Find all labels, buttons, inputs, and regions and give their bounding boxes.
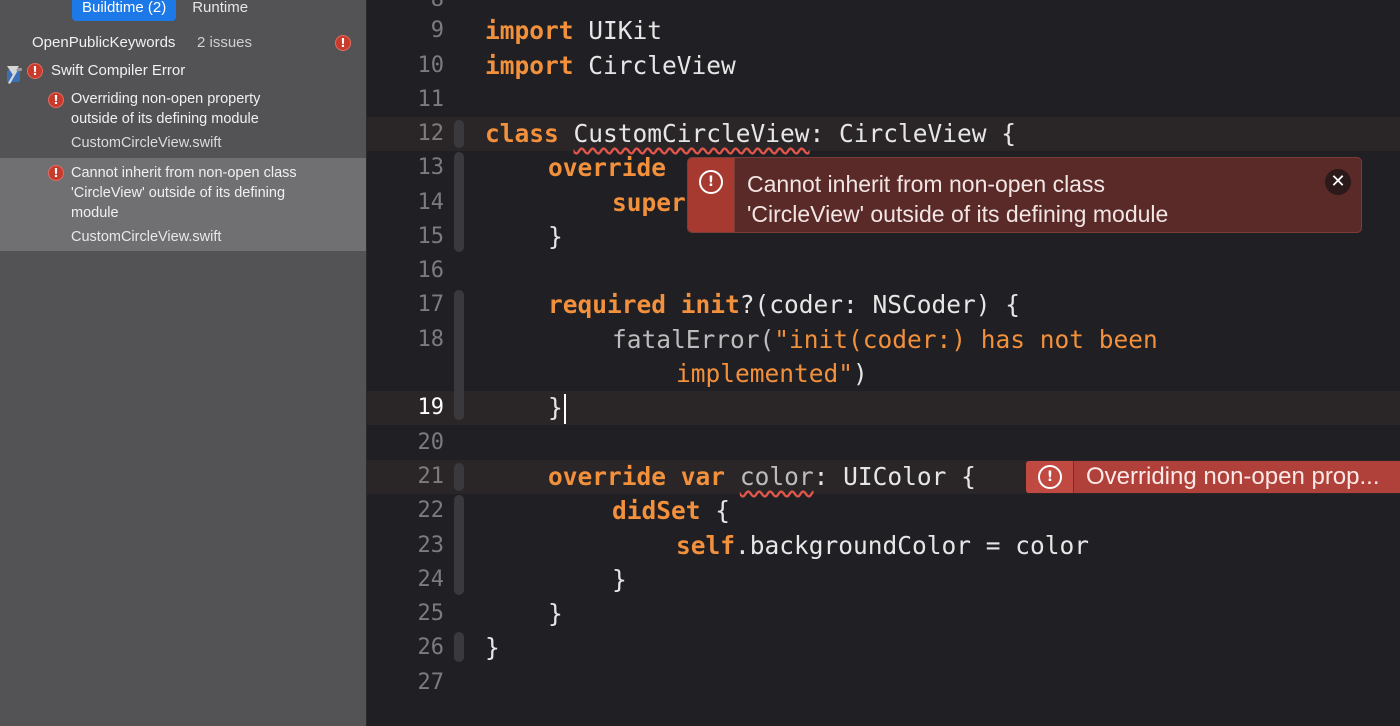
line-number: 26 (417, 635, 445, 660)
code-line: } (548, 222, 563, 251)
error-icon: ! (335, 35, 351, 51)
line-highlight-current (367, 391, 1400, 425)
line-number: 10 (417, 53, 445, 78)
issue-row-selected[interactable]: ! Cannot inherit from non-open class 'Ci… (0, 158, 366, 251)
fold-ribbon[interactable] (454, 463, 464, 491)
inline-error-message: Overriding non-open prop... (1086, 463, 1380, 490)
fold-ribbon[interactable] (454, 495, 464, 595)
issue-message: Cannot inherit from non-open class 'Circ… (71, 165, 297, 221)
line-number: 21 (417, 464, 445, 489)
line-number: 25 (417, 601, 445, 626)
fold-ribbon[interactable] (454, 290, 464, 420)
line-number: 20 (417, 430, 445, 455)
inline-error-icon-cell: ! (1026, 461, 1074, 493)
buildtime-tab[interactable]: Buildtime (2) (72, 0, 177, 21)
issue-row[interactable]: ! Overriding non-open property outside o… (0, 88, 366, 156)
line-number: 17 (417, 292, 445, 317)
code-line: } (485, 633, 500, 662)
issue-count: 2 issues (197, 34, 253, 51)
line-number: 16 (417, 258, 445, 283)
code-line: class CustomCircleView: CircleView { (485, 119, 1017, 148)
code-line: fatalError("init(coder:) has not been (612, 325, 1158, 354)
disclosure-triangle-icon[interactable] (7, 66, 19, 75)
code-line: super (612, 188, 686, 217)
issue-scope-segmented-control: Buildtime (2) Runtime (72, 0, 258, 21)
group-title: Swift Compiler Error (51, 62, 186, 79)
project-name: OpenPublicKeywords (32, 34, 176, 51)
error-popover-icon-cell: ! (688, 158, 735, 232)
line-number-current: 19 (417, 395, 445, 420)
issue-message: Overriding non-open property outside of … (71, 91, 261, 127)
error-icon: ! (48, 165, 64, 181)
issue-file: CustomCircleView.swift (71, 229, 222, 245)
fold-ribbon[interactable] (454, 632, 464, 662)
code-line: import CircleView (485, 51, 736, 80)
line-number: 13 (417, 155, 445, 180)
code-line: override var color: UIColor { (548, 462, 976, 491)
line-number: 18 (417, 327, 445, 352)
issue-navigator: Buildtime (2) Runtime OpenPublicKeywords… (0, 0, 367, 726)
issue-file: CustomCircleView.swift (71, 135, 222, 151)
fold-ribbon[interactable] (454, 120, 464, 148)
error-icon: ! (1038, 465, 1062, 489)
line-number: 14 (417, 190, 445, 215)
code-line: implemented") (676, 359, 868, 388)
code-line: } (548, 599, 563, 628)
runtime-tab[interactable]: Runtime (182, 0, 258, 21)
code-line: override (548, 153, 667, 182)
line-number: 22 (417, 498, 445, 523)
code-line: } (612, 565, 627, 594)
code-line-current: } (548, 391, 566, 425)
line-number: 15 (417, 224, 445, 249)
line-number: 12 (417, 121, 445, 146)
line-number: 27 (417, 670, 445, 695)
code-line: required init?(coder: NSCoder) { (548, 290, 1021, 319)
line-number: 23 (417, 533, 445, 558)
error-popover-message: Cannot inherit from non-open class 'Circ… (747, 171, 1169, 227)
error-icon: ! (48, 92, 64, 108)
error-group-row[interactable]: ! Swift Compiler Error (0, 60, 366, 84)
error-icon: ! (699, 170, 723, 194)
line-number: 9 (430, 18, 444, 43)
close-icon[interactable]: ✕ (1325, 169, 1351, 195)
code-line: import UIKit (485, 16, 663, 45)
error-icon: ! (27, 63, 43, 79)
project-row[interactable]: OpenPublicKeywords 2 issues ! (0, 32, 366, 84)
code-line: self.backgroundColor = color (676, 531, 1090, 560)
code-line: didSet { (612, 496, 731, 525)
inline-error-annotation[interactable]: ! Overriding non-open prop... (1026, 461, 1400, 493)
error-popover[interactable]: ! Cannot inherit from non-open class 'Ci… (687, 157, 1362, 233)
fold-ribbon[interactable] (454, 152, 464, 252)
line-number: 24 (417, 567, 445, 592)
line-number: 11 (417, 87, 445, 112)
source-editor[interactable]: 8 9 10 11 12 13 14 15 16 17 18 19 20 21 … (367, 0, 1400, 726)
text-caret (563, 394, 566, 424)
